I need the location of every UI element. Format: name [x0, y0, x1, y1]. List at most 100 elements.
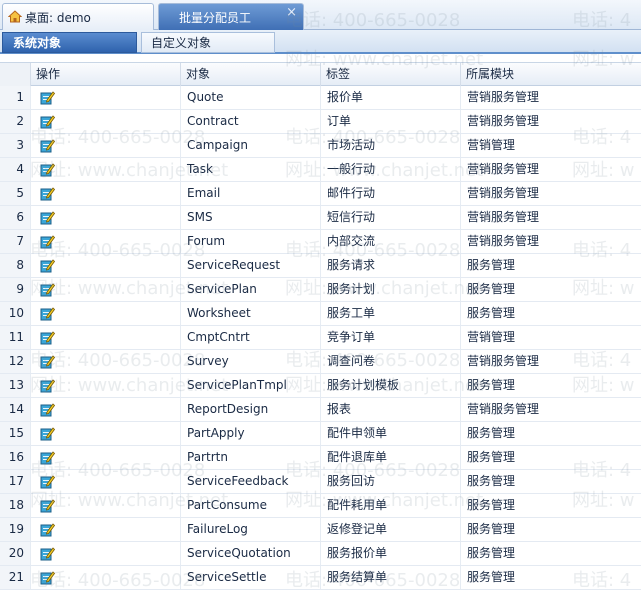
object-cell: Email — [180, 182, 320, 205]
edit-icon[interactable] — [40, 570, 55, 585]
header-object[interactable]: 对象 — [180, 63, 320, 86]
edit-icon[interactable] — [40, 450, 55, 465]
header-label[interactable]: 标签 — [320, 63, 460, 86]
grid-body: 1 Quote 报价单 营销服务管理 2 Contract 订单 营销服务管理 3 Campaig… — [0, 86, 641, 590]
home-icon — [8, 10, 22, 23]
table-row[interactable]: 6 SMS 短信行动 营销服务管理 — [0, 206, 641, 230]
object-cell: ServicePlan — [180, 278, 320, 301]
object-cell: Forum — [180, 230, 320, 253]
edit-icon[interactable] — [40, 546, 55, 561]
row-number: 2 — [0, 110, 30, 133]
table-row[interactable]: 20 ServiceQuotation 服务报价单 服务管理 — [0, 542, 641, 566]
label-cell: 服务回访 — [320, 470, 460, 493]
row-number: 12 — [0, 350, 30, 373]
table-row[interactable]: 19 FailureLog 返修登记单 服务管理 — [0, 518, 641, 542]
table-row[interactable]: 11 CmptCntrt 竞争订单 营销管理 — [0, 326, 641, 350]
module-cell: 服务管理 — [460, 254, 641, 277]
label-cell: 配件退库单 — [320, 446, 460, 469]
operation-cell — [30, 182, 180, 205]
edit-icon[interactable] — [40, 474, 55, 489]
table-row[interactable]: 4 Task 一般行动 营销服务管理 — [0, 158, 641, 182]
table-row[interactable]: 9 ServicePlan 服务计划 服务管理 — [0, 278, 641, 302]
row-number: 3 — [0, 134, 30, 157]
operation-cell — [30, 374, 180, 397]
edit-icon[interactable] — [40, 234, 55, 249]
row-number: 1 — [0, 86, 30, 109]
table-row[interactable]: 10 Worksheet 服务工单 服务管理 — [0, 302, 641, 326]
edit-icon[interactable] — [40, 114, 55, 129]
edit-icon[interactable] — [40, 282, 55, 297]
tab-batch-assign[interactable]: 批量分配员工 × — [158, 3, 304, 30]
row-number: 14 — [0, 398, 30, 421]
row-number: 21 — [0, 566, 30, 589]
edit-icon[interactable] — [40, 330, 55, 345]
edit-icon[interactable] — [40, 186, 55, 201]
object-cell: PartApply — [180, 422, 320, 445]
edit-icon[interactable] — [40, 522, 55, 537]
table-row[interactable]: 7 Forum 内部交流 营销服务管理 — [0, 230, 641, 254]
table-row[interactable]: 2 Contract 订单 营销服务管理 — [0, 110, 641, 134]
header-module[interactable]: 所属模块 — [460, 63, 641, 86]
row-number: 16 — [0, 446, 30, 469]
operation-cell — [30, 134, 180, 157]
table-row[interactable]: 3 Campaign 市场活动 营销管理 — [0, 134, 641, 158]
table-row[interactable]: 21 ServiceSettle 服务结算单 服务管理 — [0, 566, 641, 590]
edit-icon[interactable] — [40, 498, 55, 513]
row-number: 13 — [0, 374, 30, 397]
row-number: 15 — [0, 422, 30, 445]
edit-icon[interactable] — [40, 402, 55, 417]
table-row[interactable]: 8 ServiceRequest 服务请求 服务管理 — [0, 254, 641, 278]
edit-icon[interactable] — [40, 162, 55, 177]
tab-desktop[interactable]: 桌面: demo — [2, 3, 154, 30]
row-number: 17 — [0, 470, 30, 493]
module-cell: 营销服务管理 — [460, 398, 641, 421]
object-grid: 操作 对象 标签 所属模块 1 Quote 报价单 营销服务管理 2 Contract 订单… — [0, 62, 641, 590]
operation-cell — [30, 566, 180, 589]
operation-cell — [30, 158, 180, 181]
edit-icon[interactable] — [40, 426, 55, 441]
edit-icon[interactable] — [40, 354, 55, 369]
row-number: 4 — [0, 158, 30, 181]
label-cell: 服务报价单 — [320, 542, 460, 565]
header-operation[interactable]: 操作 — [30, 63, 180, 86]
label-cell: 配件申领单 — [320, 422, 460, 445]
label-cell: 返修登记单 — [320, 518, 460, 541]
label-cell: 配件耗用单 — [320, 494, 460, 517]
close-icon[interactable]: × — [286, 6, 297, 19]
operation-cell — [30, 326, 180, 349]
module-cell: 服务管理 — [460, 446, 641, 469]
module-cell: 服务管理 — [460, 566, 641, 589]
edit-icon[interactable] — [40, 378, 55, 393]
operation-cell — [30, 422, 180, 445]
table-row[interactable]: 18 PartConsume 配件耗用单 服务管理 — [0, 494, 641, 518]
label-cell: 报表 — [320, 398, 460, 421]
table-row[interactable]: 13 ServicePlanTmpl 服务计划模板 服务管理 — [0, 374, 641, 398]
operation-cell — [30, 110, 180, 133]
module-cell: 营销管理 — [460, 326, 641, 349]
object-cell: FailureLog — [180, 518, 320, 541]
table-row[interactable]: 14 ReportDesign 报表 营销服务管理 — [0, 398, 641, 422]
table-row[interactable]: 15 PartApply 配件申领单 服务管理 — [0, 422, 641, 446]
edit-icon[interactable] — [40, 258, 55, 273]
module-cell: 营销管理 — [460, 134, 641, 157]
label-cell: 竞争订单 — [320, 326, 460, 349]
table-row[interactable]: 17 ServiceFeedback 服务回访 服务管理 — [0, 470, 641, 494]
table-row[interactable]: 16 Partrtn 配件退库单 服务管理 — [0, 446, 641, 470]
table-row[interactable]: 1 Quote 报价单 营销服务管理 — [0, 86, 641, 110]
tab-system-objects[interactable]: 系统对象 — [2, 32, 137, 53]
table-row[interactable]: 5 Email 邮件行动 营销服务管理 — [0, 182, 641, 206]
object-cell: ServiceFeedback — [180, 470, 320, 493]
object-cell: Survey — [180, 350, 320, 373]
operation-cell — [30, 206, 180, 229]
header-row-number — [0, 63, 30, 86]
tab-custom-objects[interactable]: 自定义对象 — [141, 32, 275, 53]
table-row[interactable]: 12 Survey 调查问卷 营销服务管理 — [0, 350, 641, 374]
label-cell: 服务结算单 — [320, 566, 460, 589]
edit-icon[interactable] — [40, 138, 55, 153]
object-cell: Contract — [180, 110, 320, 133]
edit-icon[interactable] — [40, 306, 55, 321]
object-cell: ServicePlanTmpl — [180, 374, 320, 397]
edit-icon[interactable] — [40, 90, 55, 105]
module-cell: 服务管理 — [460, 302, 641, 325]
edit-icon[interactable] — [40, 210, 55, 225]
